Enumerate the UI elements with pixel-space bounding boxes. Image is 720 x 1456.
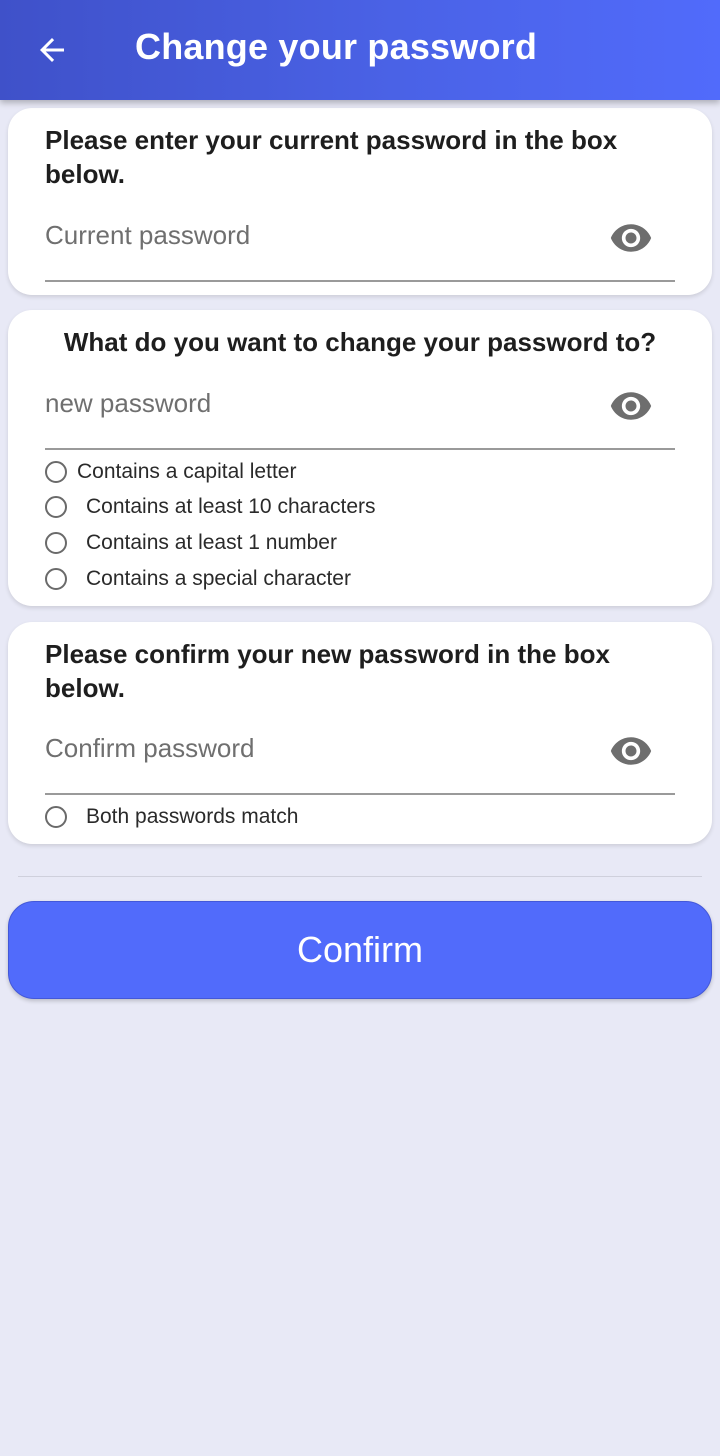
current-password-input[interactable] <box>45 212 585 258</box>
arrow-left-icon <box>40 38 64 62</box>
current-password-heading: Please enter your current password in th… <box>45 125 618 189</box>
eye-icon <box>610 224 652 252</box>
back-button[interactable] <box>22 20 82 80</box>
requirement-indicator <box>45 568 67 590</box>
page-title: Change your password <box>135 26 538 67</box>
confirm-password-card: Please confirm your new password in the … <box>8 622 712 844</box>
confirm-password-input[interactable] <box>45 725 585 771</box>
requirement-label: Contains a capital letter <box>77 460 297 483</box>
app-bar: Change your password <box>0 0 720 100</box>
new-password-input[interactable] <box>45 380 585 426</box>
confirm-password-heading: Please confirm your new password in the … <box>45 639 610 703</box>
current-password-card: Please enter your current password in th… <box>8 108 712 295</box>
eye-icon <box>610 737 652 765</box>
requirement-capital-letter: Contains a capital letter <box>45 457 296 487</box>
requirement-label: Contains at least 10 characters <box>86 495 376 518</box>
new-password-card: What do you want to change your password… <box>8 310 712 606</box>
requirement-indicator <box>45 461 67 483</box>
confirm-password-field <box>45 725 675 795</box>
passwords-match-indicator: Both passwords match <box>45 802 298 832</box>
passwords-match-label: Both passwords match <box>86 805 299 828</box>
confirm-password-visibility-toggle[interactable] <box>607 731 655 771</box>
current-password-field <box>45 212 675 282</box>
new-password-field <box>45 380 675 450</box>
requirement-indicator <box>45 496 67 518</box>
current-password-visibility-toggle[interactable] <box>607 218 655 258</box>
requirement-indicator <box>45 532 67 554</box>
new-password-visibility-toggle[interactable] <box>607 386 655 426</box>
requirement-min-length: Contains at least 10 characters <box>45 492 376 522</box>
requirement-special-character: Contains a special character <box>45 564 351 594</box>
confirm-button[interactable]: Confirm <box>8 901 712 999</box>
requirement-indicator <box>45 806 67 828</box>
eye-icon <box>610 392 652 420</box>
new-password-heading: What do you want to change your password… <box>63 327 657 357</box>
divider <box>18 876 702 877</box>
requirement-number: Contains at least 1 number <box>45 528 337 558</box>
confirm-button-label: Confirm <box>296 929 424 970</box>
requirement-label: Contains a special character <box>86 567 351 590</box>
requirement-label: Contains at least 1 number <box>86 531 337 554</box>
